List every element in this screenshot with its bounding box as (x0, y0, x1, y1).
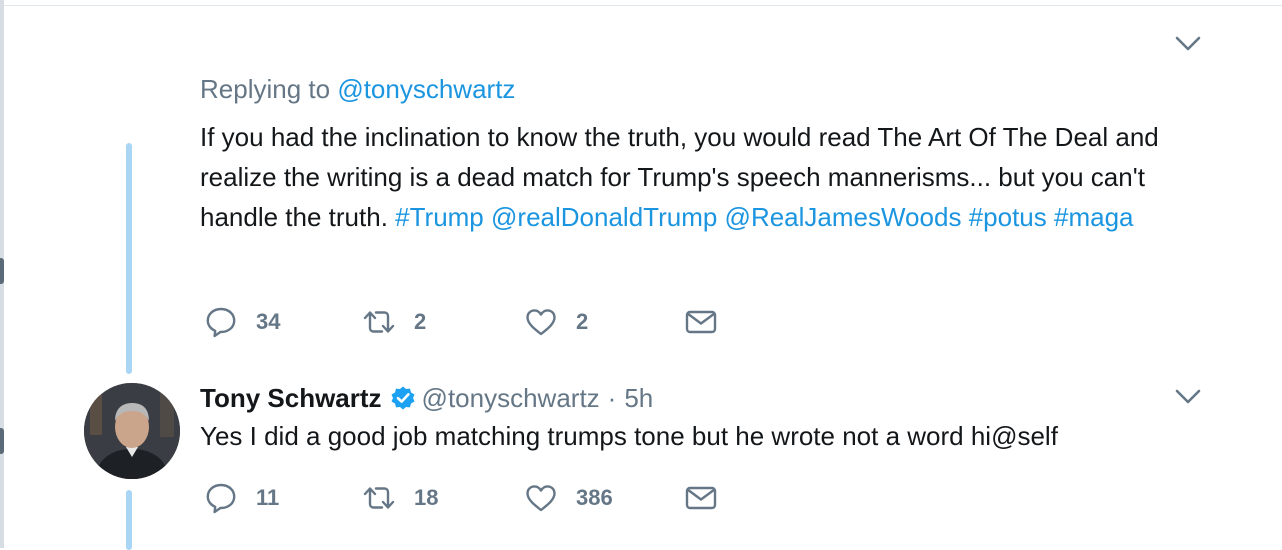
reply-button[interactable]: 34 (204, 302, 280, 342)
avatar-photo (84, 383, 180, 479)
reply-icon (206, 483, 236, 514)
display-name[interactable]: Tony Schwartz (200, 383, 382, 414)
retweet-icon (363, 487, 395, 509)
tweet-timestamp[interactable]: 5h (624, 383, 653, 414)
left-edge-marker (0, 258, 4, 284)
direct-message-icon (685, 310, 717, 334)
thread-line (126, 143, 132, 374)
reply-button[interactable]: 11 (204, 478, 279, 518)
header-separator: · (607, 382, 617, 413)
reply-count: 11 (256, 485, 280, 510)
hashtag-maga-link[interactable]: #maga (1054, 202, 1134, 232)
replying-to: Replying to @tonyschwartz (200, 74, 515, 105)
tweet-text: Yes I did a good job matching trumps ton… (200, 421, 1058, 451)
replying-to-handle-link[interactable]: @tonyschwartz (337, 74, 515, 104)
reply-count: 34 (256, 309, 281, 334)
avatar[interactable] (84, 383, 180, 479)
direct-message-button[interactable] (684, 302, 718, 342)
like-count: 2 (576, 309, 589, 334)
replying-to-label: Replying to (200, 74, 331, 104)
retweet-count: 18 (414, 485, 439, 510)
retweet-button[interactable]: 18 (362, 478, 438, 518)
like-button[interactable]: 386 (524, 478, 613, 518)
hashtag-trump-link[interactable]: #Trump (395, 202, 484, 232)
reply-icon (206, 307, 236, 338)
tweet-header: Tony Schwartz @tonyschwartz · 5h (200, 378, 653, 418)
retweet-button[interactable]: 2 (362, 302, 426, 342)
like-icon (526, 485, 556, 512)
left-edge-marker (0, 428, 4, 454)
like-icon (526, 309, 556, 336)
top-border (0, 5, 1282, 6)
retweet-icon (363, 311, 395, 333)
tweet-menu-chevron-down-icon[interactable] (1174, 386, 1202, 408)
mention-realjameswoods-link[interactable]: @RealJamesWoods (725, 202, 962, 232)
mention-realdonaldtrump-link[interactable]: @realDonaldTrump (491, 202, 717, 232)
like-button[interactable]: 2 (524, 302, 588, 342)
direct-message-button[interactable] (684, 478, 718, 518)
retweet-count: 2 (414, 309, 427, 334)
like-count: 386 (576, 485, 613, 510)
hashtag-potus-link[interactable]: #potus (969, 202, 1047, 232)
tweet-menu-chevron-down-icon[interactable] (1174, 33, 1202, 55)
user-handle[interactable]: @tonyschwartz (422, 383, 600, 414)
verified-badge-icon (391, 386, 415, 410)
tweet-text: If you had the inclination to know the t… (200, 117, 1210, 237)
direct-message-icon (685, 486, 717, 510)
thread-line (126, 490, 132, 550)
